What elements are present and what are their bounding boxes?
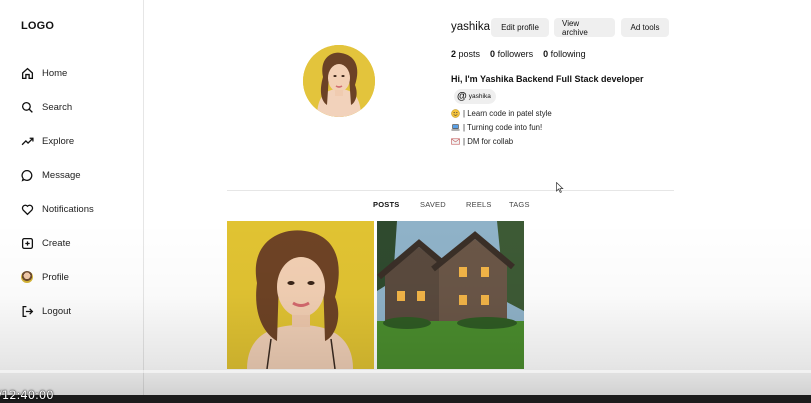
profile-picture[interactable] [303,45,375,117]
sidebar-item-explore[interactable]: Explore [20,131,74,151]
post-thumbnail-house[interactable] [377,221,524,369]
search-icon [20,100,34,114]
bio-line: | DM for collab [451,137,513,146]
followers-stat[interactable]: 0 followers [490,49,533,59]
sidebar-item-label: Logout [42,305,72,317]
mouse-cursor-icon [556,182,564,193]
sidebar-item-label: Explore [42,135,75,147]
video-timestamp: /12:40:00 [0,388,54,402]
tab-posts[interactable]: POSTS [373,200,399,209]
profile-username: yashika [451,21,490,33]
plus-square-icon [20,236,34,250]
sidebar-item-message[interactable]: Message [20,165,81,185]
view-archive-button[interactable]: View archive [554,18,615,37]
sidebar-item-search[interactable]: Search [20,97,72,117]
threads-handle-chip[interactable]: @ yashika [454,89,496,104]
tab-saved[interactable]: SAVED [420,200,446,209]
heart-icon [20,202,34,216]
post-thumbnail-portrait[interactable] [227,221,374,369]
sidebar-item-home[interactable]: Home [20,63,67,83]
sidebar-item-label: Profile [42,271,69,283]
following-stat[interactable]: 0 following [543,49,586,59]
home-icon [20,66,34,80]
ad-tools-button[interactable]: Ad tools [621,18,669,37]
logo[interactable]: LOGO [21,20,54,32]
bio-title: Hi, I'm Yashika Backend Full Stack devel… [451,74,644,84]
sidebar-item-profile[interactable]: Profile [20,267,69,287]
bio-line: | Learn code in patel style [451,109,552,118]
sidebar-item-label: Message [42,169,81,181]
tab-tags[interactable]: TAGS [509,200,530,209]
edit-profile-button[interactable]: Edit profile [491,18,549,37]
profile-stats: 2 posts 0 followers 0 following [451,49,586,59]
sidebar-item-label: Notifications [42,203,94,215]
bio-line: | Turning code into fun! [451,123,542,132]
logout-icon [20,304,34,318]
message-icon [20,168,34,182]
smiley-face-icon [451,109,460,118]
sidebar-item-label: Create [42,237,71,249]
envelope-icon [451,138,460,145]
sidebar-item-notifications[interactable]: Notifications [20,199,94,219]
sidebar-item-label: Search [42,101,73,113]
sidebar-item-create[interactable]: Create [20,233,71,253]
profile-divider [227,190,674,191]
at-icon: @ [457,91,467,102]
sidebar-item-label: Home [42,67,68,79]
sidebar-item-logout[interactable]: Logout [20,301,71,321]
laptop-icon [451,124,460,131]
taskbar-strip [0,395,811,403]
tab-reels[interactable]: REELS [466,200,492,209]
video-progress-track[interactable] [0,370,811,373]
handle-label: yashika [468,93,491,100]
avatar-icon [20,270,34,284]
sidebar: LOGO Home Search Explore Message Notific… [0,0,144,403]
trending-icon [20,134,34,148]
posts-stat[interactable]: 2 posts [451,49,480,59]
